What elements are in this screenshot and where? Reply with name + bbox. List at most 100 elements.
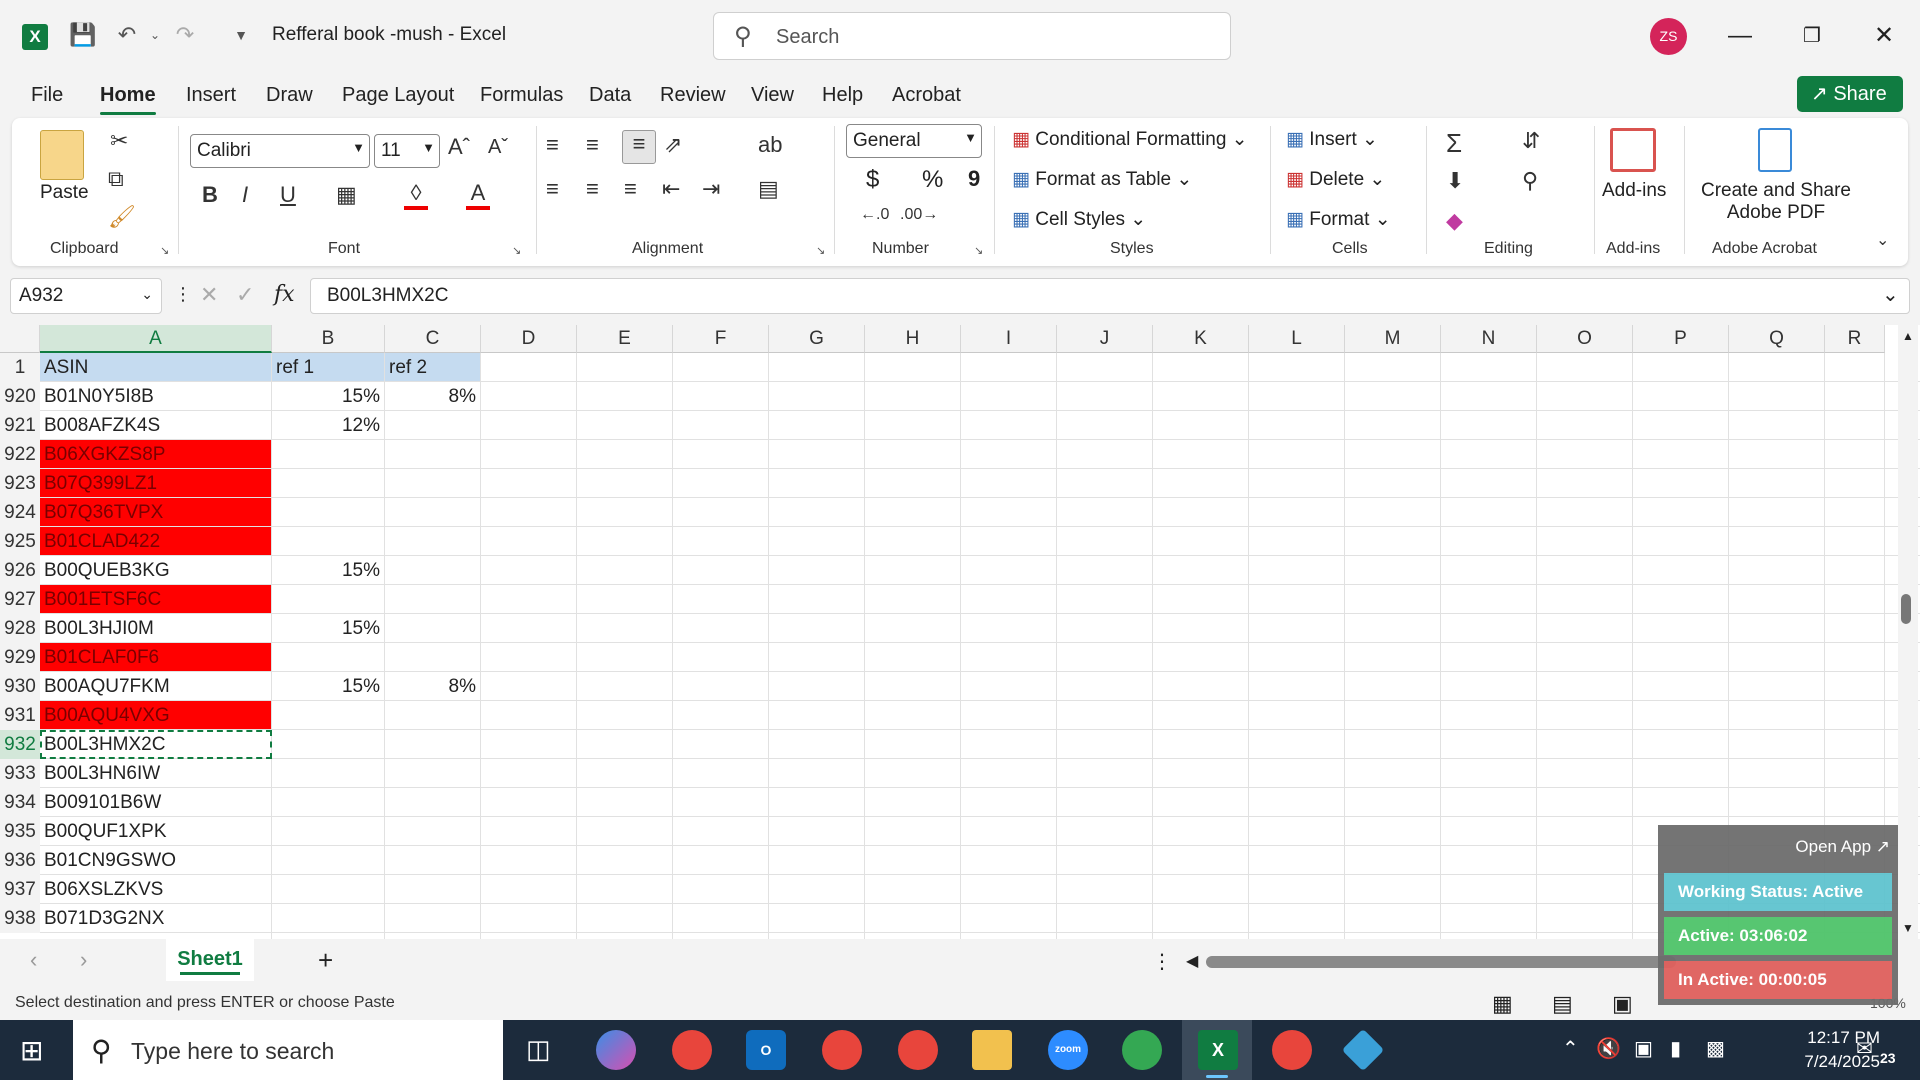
cell-c[interactable]: [385, 730, 481, 759]
cell-a[interactable]: B009101B6W: [40, 788, 272, 817]
cell-c[interactable]: 8%: [385, 672, 481, 701]
cell-a[interactable]: B01CN9GSWO: [40, 846, 272, 875]
taskbar-search[interactable]: ⚲ Type here to search: [73, 1020, 503, 1080]
cell-c[interactable]: [385, 556, 481, 585]
cancel-icon[interactable]: ✕: [200, 282, 218, 308]
expand-formula-icon[interactable]: ⌄: [1882, 282, 1899, 307]
cell-a[interactable]: B008AFZK4S: [40, 411, 272, 440]
add-ins-button[interactable]: Add-ins: [1602, 180, 1666, 202]
row-header[interactable]: 1: [0, 353, 40, 382]
notification-icon[interactable]: ✉: [1856, 1036, 1873, 1061]
tray-expand-icon[interactable]: ⌃: [1562, 1036, 1579, 1061]
cell-b[interactable]: [272, 759, 385, 788]
cell-b[interactable]: 15%: [272, 556, 385, 585]
fill-icon[interactable]: ⬇: [1446, 168, 1464, 194]
column-header-c[interactable]: C: [385, 325, 481, 353]
row-header[interactable]: 921: [0, 411, 40, 440]
cell-c[interactable]: [385, 469, 481, 498]
row-header[interactable]: 936: [0, 846, 40, 875]
undo-dropdown-icon[interactable]: ⌄: [140, 20, 170, 50]
format-as-table-button[interactable]: ▦ Format as Table ⌄: [1012, 168, 1192, 191]
cell-a[interactable]: B00QUEB3KG: [40, 556, 272, 585]
cell-b[interactable]: [272, 730, 385, 759]
file-explorer-icon[interactable]: [972, 1030, 1012, 1070]
cell-c[interactable]: [385, 498, 481, 527]
column-header-q[interactable]: Q: [1729, 325, 1825, 353]
cell-a[interactable]: B01N0Y5I8B: [40, 382, 272, 411]
column-header-h[interactable]: H: [865, 325, 961, 353]
tab-insert[interactable]: Insert: [186, 84, 236, 107]
paste-label[interactable]: Paste: [40, 182, 89, 204]
tab-review[interactable]: Review: [660, 84, 726, 107]
header-cell[interactable]: ASIN: [40, 353, 272, 382]
orientation-icon[interactable]: ⇗: [664, 132, 682, 158]
page-break-view-icon[interactable]: ▣: [1612, 991, 1633, 1017]
decrease-indent-icon[interactable]: ⇤: [662, 176, 680, 202]
align-left-icon[interactable]: ≡: [546, 176, 559, 202]
align-bottom-icon[interactable]: ≡: [622, 130, 656, 164]
row-header[interactable]: 926: [0, 556, 40, 585]
column-header-b[interactable]: B: [272, 325, 385, 353]
row-header[interactable]: 920: [0, 382, 40, 411]
cell-c[interactable]: [385, 904, 481, 933]
undo-icon[interactable]: ↶: [112, 20, 142, 50]
tab-formulas[interactable]: Formulas: [480, 84, 563, 107]
tab-draw[interactable]: Draw: [266, 84, 313, 107]
fill-color-icon[interactable]: ◊: [404, 180, 428, 210]
chrome-profile-2-icon[interactable]: [898, 1030, 938, 1070]
more-options-icon[interactable]: ⋮: [174, 284, 192, 305]
row-header[interactable]: 923: [0, 469, 40, 498]
cell-a[interactable]: B00AQU4VXG: [40, 701, 272, 730]
mute-icon[interactable]: 🔇: [1596, 1036, 1621, 1061]
excel-taskbar-icon[interactable]: X: [1198, 1030, 1238, 1070]
cell-a[interactable]: B07Q399LZ1: [40, 469, 272, 498]
save-icon[interactable]: 💾: [68, 20, 98, 50]
add-ins-icon[interactable]: [1610, 128, 1656, 172]
tab-help[interactable]: Help: [822, 84, 863, 107]
chrome-profile-3-icon[interactable]: [1272, 1030, 1312, 1070]
row-header[interactable]: 930: [0, 672, 40, 701]
decrease-font-icon[interactable]: Aˇ: [488, 136, 508, 159]
column-header-m[interactable]: M: [1345, 325, 1441, 353]
insert-cells-button[interactable]: ▦ Insert ⌄: [1286, 128, 1378, 151]
name-box[interactable]: A932 ⌄: [10, 278, 162, 314]
font-family-select[interactable]: Calibri ▼: [190, 134, 370, 168]
clear-icon[interactable]: ◆: [1446, 208, 1463, 234]
clipboard-launcher-icon[interactable]: ↘: [160, 244, 169, 257]
cell-b[interactable]: [272, 875, 385, 904]
row-header[interactable]: 929: [0, 643, 40, 672]
create-share-pdf-button[interactable]: Create and Share Adobe PDF: [1696, 180, 1856, 224]
horizontal-scroll-thumb[interactable]: [1206, 956, 1676, 968]
cell-a[interactable]: B06XSLZKVS: [40, 875, 272, 904]
redo-icon[interactable]: ↷: [170, 20, 200, 50]
avatar[interactable]: ZS: [1650, 18, 1687, 55]
network-icon[interactable]: ▩: [1706, 1036, 1725, 1061]
cell-a[interactable]: B07Q36TVPX: [40, 498, 272, 527]
chrome-icon-2[interactable]: [1122, 1030, 1162, 1070]
cell-c[interactable]: [385, 875, 481, 904]
row-header[interactable]: 937: [0, 875, 40, 904]
tab-data[interactable]: Data: [589, 84, 631, 107]
column-header-i[interactable]: I: [961, 325, 1057, 353]
cell-b[interactable]: [272, 498, 385, 527]
tab-file[interactable]: File: [31, 84, 63, 107]
cell-b[interactable]: [272, 643, 385, 672]
conditional-formatting-button[interactable]: ▦ Conditional Formatting ⌄: [1012, 128, 1248, 151]
copilot-icon[interactable]: [596, 1030, 636, 1070]
column-header-p[interactable]: P: [1633, 325, 1729, 353]
cell-c[interactable]: [385, 440, 481, 469]
align-middle-icon[interactable]: ≡: [586, 132, 599, 158]
cell-a[interactable]: B00L3HMX2C: [40, 730, 272, 759]
column-header-g[interactable]: G: [769, 325, 865, 353]
customize-toolbar-icon[interactable]: ▼: [226, 20, 256, 50]
wrap-text-icon[interactable]: ab: [758, 132, 782, 158]
cell-a[interactable]: B071D3G2NX: [40, 904, 272, 933]
sheet-tab-sheet1[interactable]: Sheet1: [166, 939, 254, 981]
row-header[interactable]: 925: [0, 527, 40, 556]
alignment-launcher-icon[interactable]: ↘: [816, 244, 825, 257]
tab-view[interactable]: View: [751, 84, 794, 107]
create-pdf-icon[interactable]: [1758, 128, 1792, 172]
vertical-scrollbar[interactable]: ▲ ▼: [1898, 325, 1918, 939]
column-header-d[interactable]: D: [481, 325, 577, 353]
tab-home[interactable]: Home: [100, 84, 156, 115]
